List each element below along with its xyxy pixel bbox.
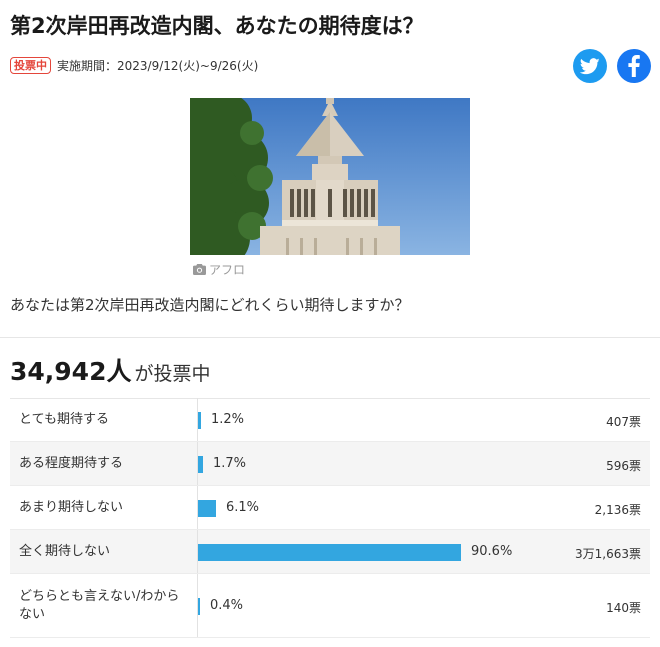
result-option-label: ある程度期待する	[19, 456, 124, 471]
result-vote-count: 3万1,663票	[575, 546, 641, 561]
total-votes-number: 34,942人	[10, 357, 132, 386]
camera-icon	[193, 264, 206, 275]
poll-period: 実施期間：2023/9/12(火)~9/26(火)	[57, 59, 259, 73]
page-title: 第2次岸田再改造内閣、あなたの期待度は？	[10, 14, 424, 38]
result-row: とても期待する 1.2% 407票	[10, 398, 650, 442]
result-vote-count: 2,136票	[594, 502, 641, 517]
result-row: 全く期待しない 90.6% 3万1,663票	[10, 530, 650, 574]
poll-results: とても期待する 1.2% 407票ある程度期待する 1.7% 596票あまり期待しない 6…	[10, 398, 650, 638]
photo-credit-text: アフロ	[209, 263, 246, 277]
poll-question: あなたは第2次岸田再改造内閣にどれくらい期待しますか？	[10, 296, 410, 314]
result-percent: 0.4%	[210, 598, 244, 613]
result-row: ある程度期待する 1.7% 596票	[10, 442, 650, 486]
result-row: あまり期待しない 6.1% 2,136票	[10, 486, 650, 530]
result-bar	[198, 455, 203, 473]
facebook-share-button[interactable]	[617, 49, 651, 83]
result-percent: 1.2%	[211, 412, 245, 427]
twitter-bird-icon	[580, 57, 600, 74]
result-vote-count: 407票	[606, 414, 641, 429]
facebook-f-icon	[628, 55, 640, 77]
result-vote-count: 140票	[606, 600, 641, 615]
article-photo	[190, 98, 470, 255]
result-row: どちらとも言えない/わからない 0.4% 140票	[10, 574, 650, 638]
total-votes: 34,942人 が投票中	[10, 352, 211, 388]
result-bar	[198, 411, 201, 429]
result-percent: 6.1%	[226, 500, 260, 515]
result-option-label: 全く期待しない	[19, 544, 111, 559]
result-bar	[198, 597, 200, 615]
result-option-label: あまり期待しない	[19, 500, 124, 515]
twitter-share-button[interactable]	[573, 49, 607, 83]
total-votes-suffix: が投票中	[134, 363, 211, 385]
section-divider	[0, 337, 660, 338]
photo-credit: アフロ	[193, 261, 245, 278]
result-percent: 90.6%	[471, 544, 513, 559]
poll-meta: 投票中 実施期間：2023/9/12(火)~9/26(火)	[10, 57, 258, 74]
result-option-label: とても期待する	[19, 412, 109, 427]
result-bar	[198, 543, 461, 561]
status-badge: 投票中	[10, 57, 51, 74]
result-option-label: どちらとも言えない/わからない	[19, 589, 180, 622]
result-bar	[198, 499, 216, 517]
result-vote-count: 596票	[606, 458, 641, 473]
result-percent: 1.7%	[213, 456, 247, 471]
